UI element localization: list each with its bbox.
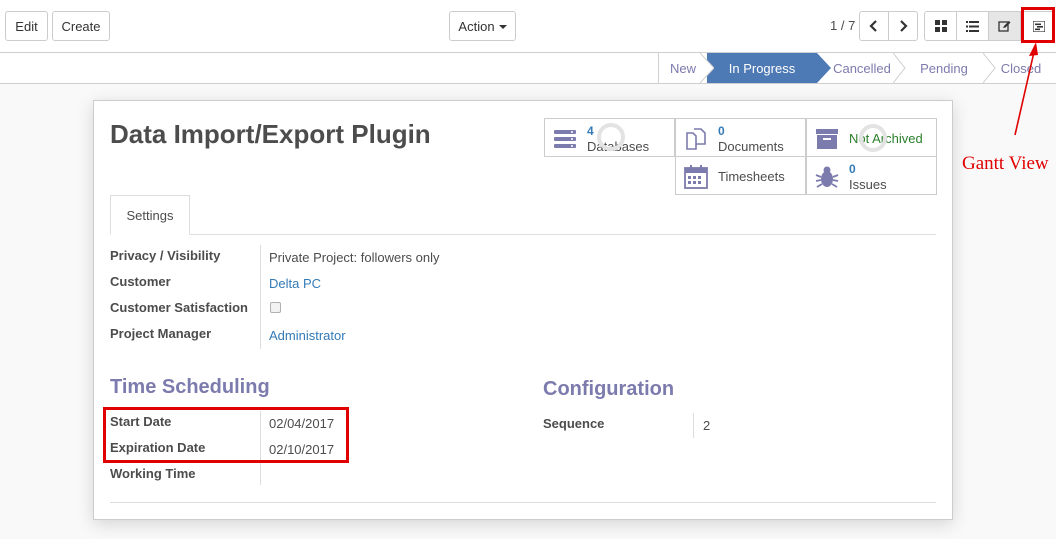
project-manager-link[interactable]: Administrator (269, 328, 346, 343)
stage-pending[interactable]: Pending (905, 53, 983, 83)
stage-in-progress[interactable]: In Progress (707, 53, 817, 83)
field-separator (260, 245, 261, 349)
tabs-divider (110, 234, 936, 235)
customer-satisfaction-checkbox[interactable] (270, 302, 281, 313)
control-panel: Edit Create Action 1 / 7 (0, 0, 1056, 52)
archive-icon (816, 129, 838, 149)
privacy-label: Privacy / Visibility (110, 248, 221, 263)
list-view-button[interactable] (956, 11, 989, 41)
create-button[interactable]: Create (52, 11, 110, 41)
field-separator (693, 413, 694, 438)
sequence-label: Sequence (543, 416, 605, 431)
date-highlight-box (103, 407, 349, 463)
customer-link[interactable]: Delta PC (269, 276, 321, 291)
calendar-icon (684, 165, 708, 189)
project-manager-label: Project Manager (110, 326, 212, 341)
gantt-view-annotation: Gantt View (962, 153, 1049, 174)
issues-count: 0 (849, 162, 856, 176)
stage-arrow-left (699, 52, 715, 86)
record-title: Data Import/Export Plugin (110, 119, 431, 149)
pager-next-button[interactable] (888, 11, 918, 41)
pager-value: 1 / 7 (830, 18, 856, 33)
archive-toggle-button[interactable]: Not Archived (806, 118, 937, 157)
documents-count: 0 (718, 124, 725, 138)
status-bar: New In Progress Cancelled Pending Closed (0, 52, 1056, 84)
timesheets-button[interactable]: Timesheets (675, 156, 806, 195)
bug-icon (815, 166, 839, 188)
database-icon (554, 130, 576, 148)
customer-label: Customer (110, 274, 171, 289)
time-scheduling-title: Time Scheduling (110, 376, 270, 398)
issues-label: Issues (849, 177, 887, 192)
action-dropdown-button[interactable]: Action (449, 11, 516, 41)
stage-arrow (817, 53, 831, 83)
documents-icon (686, 128, 706, 150)
documents-button[interactable]: 0 Documents (675, 118, 806, 157)
spinner-icon (597, 123, 625, 151)
tab-settings[interactable]: Settings (110, 195, 190, 235)
customer-satisfaction-label: Customer Satisfaction (110, 300, 248, 315)
chevron-right-icon (900, 20, 908, 32)
form-icon (998, 21, 1011, 32)
stage-arrow (982, 52, 997, 86)
stage-cancelled[interactable]: Cancelled (831, 53, 893, 83)
kanban-view-button[interactable] (924, 11, 957, 41)
pager-previous-button[interactable] (859, 11, 889, 41)
privacy-value[interactable]: Private Project: followers only (269, 250, 440, 265)
databases-count: 4 (587, 124, 594, 138)
databases-button[interactable]: 4 Databases (544, 118, 675, 157)
working-time-label: Working Time (110, 466, 196, 481)
sequence-value[interactable]: 2 (703, 418, 710, 433)
gantt-highlight-box (1021, 7, 1055, 43)
annotation-arrow-icon (1014, 42, 1038, 136)
form-view-button[interactable] (988, 11, 1021, 41)
sheet-bottom-divider (110, 502, 936, 503)
timesheets-label: Timesheets (718, 169, 785, 184)
chevron-left-icon (869, 20, 877, 32)
action-label: Action (458, 18, 495, 34)
configuration-title: Configuration (543, 378, 675, 400)
list-icon (966, 20, 979, 32)
edit-button[interactable]: Edit (5, 11, 48, 41)
kanban-icon (934, 20, 947, 32)
issues-button[interactable]: 0 Issues (806, 156, 937, 195)
caret-down-icon (498, 25, 507, 29)
spinner-icon (859, 124, 887, 152)
documents-label: Documents (718, 139, 784, 154)
